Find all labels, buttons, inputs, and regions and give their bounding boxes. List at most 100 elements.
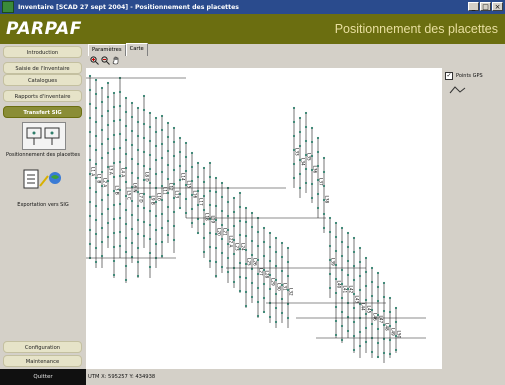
placette-point[interactable] xyxy=(352,306,356,310)
placette-point[interactable] xyxy=(160,114,164,118)
placette-point[interactable] xyxy=(280,269,284,273)
placette-point[interactable] xyxy=(124,152,128,156)
placette-point[interactable] xyxy=(142,94,146,98)
placette-point[interactable] xyxy=(172,168,176,172)
placette-point[interactable] xyxy=(346,231,350,235)
placette-point[interactable] xyxy=(130,129,134,133)
placette-point[interactable] xyxy=(262,310,266,314)
placette-map[interactable]: L1 AL1 B L2 AL3 AL3 BL4 AL5 CL6 NL7 DL8 D… xyxy=(86,68,442,369)
placette-point[interactable] xyxy=(148,195,152,199)
placette-point[interactable] xyxy=(94,78,98,82)
placette-point[interactable] xyxy=(250,281,254,285)
export-sig-icon[interactable] xyxy=(22,168,64,194)
placette-point[interactable] xyxy=(196,203,200,207)
placette-point[interactable] xyxy=(274,250,278,254)
placette-point[interactable] xyxy=(208,175,212,179)
placette-point[interactable] xyxy=(160,212,164,216)
placette-point[interactable] xyxy=(112,147,116,151)
placette-point[interactable] xyxy=(274,264,278,268)
placette-point[interactable] xyxy=(250,211,254,215)
placette-point[interactable] xyxy=(310,182,314,186)
placette-point[interactable] xyxy=(112,245,116,249)
placette-point[interactable] xyxy=(370,308,374,312)
placette-point[interactable] xyxy=(388,324,392,328)
sidebar-item-configuration[interactable]: Configuration xyxy=(3,341,82,353)
placette-point[interactable] xyxy=(166,149,170,153)
placette-point[interactable] xyxy=(130,213,134,217)
placette-point[interactable] xyxy=(370,350,374,354)
placette-point[interactable] xyxy=(88,242,92,246)
placette-point[interactable] xyxy=(100,86,104,90)
placette-point[interactable] xyxy=(130,157,134,161)
placette-point[interactable] xyxy=(394,306,398,310)
placette-point[interactable] xyxy=(172,238,176,242)
placette-point[interactable] xyxy=(346,287,350,291)
placette-point[interactable] xyxy=(136,106,140,110)
placette-point[interactable] xyxy=(304,181,308,185)
placette-point[interactable] xyxy=(106,235,110,239)
placette-point[interactable] xyxy=(160,226,164,230)
placette-point[interactable] xyxy=(154,200,158,204)
placette-point[interactable] xyxy=(346,329,350,333)
placette-point[interactable] xyxy=(298,116,302,120)
placette-point[interactable] xyxy=(94,260,98,264)
placette-point[interactable] xyxy=(172,196,176,200)
placette-point[interactable] xyxy=(298,158,302,162)
placette-point[interactable] xyxy=(100,114,104,118)
placette-point[interactable] xyxy=(148,153,152,157)
placette-point[interactable] xyxy=(202,180,206,184)
placette-point[interactable] xyxy=(172,126,176,130)
placette-point[interactable] xyxy=(166,219,170,223)
placette-point[interactable] xyxy=(154,172,158,176)
placette-point[interactable] xyxy=(196,189,200,193)
placette-point[interactable] xyxy=(352,264,356,268)
placette-point[interactable] xyxy=(172,154,176,158)
placette-point[interactable] xyxy=(238,191,242,195)
placette-point[interactable] xyxy=(100,100,104,104)
placette-point[interactable] xyxy=(118,174,122,178)
placette-point[interactable] xyxy=(322,226,326,230)
placette-point[interactable] xyxy=(106,81,110,85)
placette-point[interactable] xyxy=(226,214,230,218)
placette-point[interactable] xyxy=(118,90,122,94)
placette-point[interactable] xyxy=(376,313,380,317)
placette-point[interactable] xyxy=(202,236,206,240)
placette-point[interactable] xyxy=(352,348,356,352)
minimize-button[interactable]: _ xyxy=(468,2,479,11)
placette-point[interactable] xyxy=(184,183,188,187)
placette-point[interactable] xyxy=(286,246,290,250)
placette-point[interactable] xyxy=(88,172,92,176)
placette-point[interactable] xyxy=(118,188,122,192)
placette-point[interactable] xyxy=(202,194,206,198)
placette-point[interactable] xyxy=(310,140,314,144)
placette-point[interactable] xyxy=(352,292,356,296)
placette-point[interactable] xyxy=(346,245,350,249)
placette-point[interactable] xyxy=(136,246,140,250)
placette-point[interactable] xyxy=(196,161,200,165)
placette-point[interactable] xyxy=(214,204,218,208)
placette-point[interactable] xyxy=(304,139,308,143)
placette-point[interactable] xyxy=(124,222,128,226)
placette-point[interactable] xyxy=(106,95,110,99)
placette-point[interactable] xyxy=(256,272,260,276)
placette-point[interactable] xyxy=(382,295,386,299)
placette-point[interactable] xyxy=(232,280,236,284)
placette-point[interactable] xyxy=(268,231,272,235)
placette-point[interactable] xyxy=(136,134,140,138)
placette-point[interactable] xyxy=(172,210,176,214)
placette-point[interactable] xyxy=(142,164,146,168)
placette-point[interactable] xyxy=(382,351,386,355)
placette-point[interactable] xyxy=(340,240,344,244)
placette-point[interactable] xyxy=(226,256,230,260)
placette-point[interactable] xyxy=(250,225,254,229)
placette-point[interactable] xyxy=(244,276,248,280)
placette-point[interactable] xyxy=(364,298,368,302)
placette-point[interactable] xyxy=(328,258,332,262)
placette-point[interactable] xyxy=(208,245,212,249)
placette-point[interactable] xyxy=(106,207,110,211)
placette-point[interactable] xyxy=(160,254,164,258)
placette-point[interactable] xyxy=(244,220,248,224)
placette-point[interactable] xyxy=(190,221,194,225)
placette-point[interactable] xyxy=(184,155,188,159)
placette-point[interactable] xyxy=(364,284,368,288)
